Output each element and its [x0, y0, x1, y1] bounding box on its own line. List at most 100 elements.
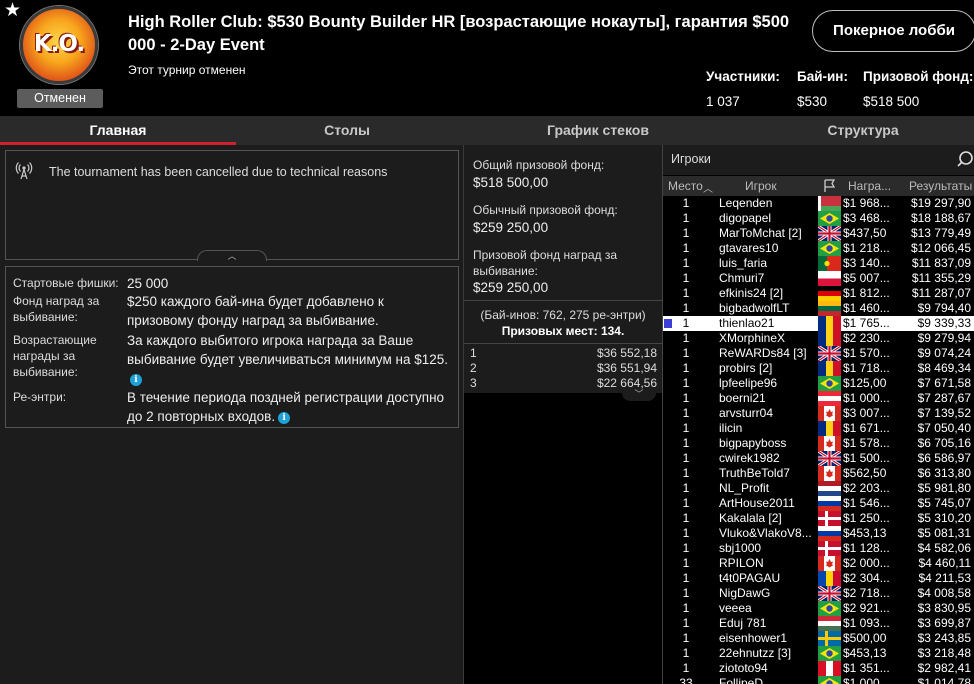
player-row[interactable]: 1 probirs [2] $1 718... $8 469,34	[663, 361, 974, 376]
player-result: $9 794,40	[917, 301, 971, 315]
player-row[interactable]: 1 22ehnutzz [3] $453,13 $3 218,48	[663, 646, 974, 661]
info-label: Возрастающие награды за выбивание:	[13, 333, 97, 379]
player-result: $9 339,33	[917, 316, 971, 330]
player-bounty: $2 718...	[843, 586, 890, 600]
player-row[interactable]: 1 NL_Profit $2 203... $5 981,80	[663, 481, 974, 496]
player-name: thienlao21	[719, 316, 775, 330]
player-row[interactable]: 1 boerni21 $1 000... $7 287,67	[663, 391, 974, 406]
player-row[interactable]: 1 sbj1000 $1 128... $4 582,06	[663, 541, 974, 556]
player-bounty: $2 230...	[843, 331, 890, 345]
player-row[interactable]: 1 Kakalala [2] $1 250... $5 310,20	[663, 511, 974, 526]
player-place: 1	[682, 586, 690, 600]
player-bounty: $3 468...	[843, 211, 890, 225]
player-row[interactable]: 1 bigpapyboss $1 578... $6 705,16	[663, 436, 974, 451]
info-label: Ре-энтри:	[13, 390, 67, 404]
player-place: 1	[682, 301, 690, 315]
player-bounty: $125,00	[843, 376, 887, 390]
info-icon[interactable]: i	[278, 412, 291, 424]
player-result: $6 586,97	[917, 451, 971, 465]
player-row[interactable]: 1 TruthBeTold7 $562,50 $6 313,80	[663, 466, 974, 481]
player-bounty: $562,50	[843, 466, 887, 480]
column-place[interactable]: Место	[668, 179, 703, 193]
tab-stack-chart[interactable]: График стеков	[490, 116, 706, 145]
payout-row: 1 $36 552,18	[464, 346, 662, 361]
player-bounty: $1 812...	[843, 286, 890, 300]
player-row[interactable]: 1 bigbadwolfLT $1 460... $9 794,40	[663, 301, 974, 316]
stat-entrants-label: Участники:	[706, 69, 780, 84]
player-row[interactable]: 1 ilicin $1 671... $7 050,40	[663, 421, 974, 436]
player-place: 33	[679, 676, 693, 684]
column-player[interactable]: Игрок	[745, 179, 777, 193]
player-name: Leqenden	[719, 196, 773, 210]
player-row[interactable]: 1 luis_faria $3 140... $11 837,09	[663, 256, 974, 271]
player-place: 1	[682, 601, 690, 615]
player-result: $5 081,31	[917, 526, 971, 540]
player-name: NigDawG	[719, 586, 771, 600]
player-bounty: $1 570...	[843, 346, 890, 360]
player-row[interactable]: 1 t4t0PAGAU $2 304... $4 211,53	[663, 571, 974, 586]
player-bounty: $2 921...	[843, 601, 890, 615]
search-icon[interactable]	[957, 150, 974, 170]
player-row[interactable]: 1 MarToMchat [2] $437,50 $13 779,49	[663, 224, 974, 243]
player-row-current-user[interactable]: 1 thienlao21 $1 765... $9 339,33	[663, 316, 974, 331]
stat-buyin-label: Бай-ин:	[797, 69, 848, 84]
player-result: $4 211,53	[918, 571, 972, 585]
player-name: probirs [2]	[719, 361, 773, 375]
total-prize-label: Общий призовой фонд:	[473, 158, 605, 172]
column-results[interactable]: Результаты	[909, 179, 972, 193]
info-icon[interactable]: i	[130, 374, 142, 386]
player-name: ilicin	[719, 421, 743, 435]
player-name: digopapel	[719, 211, 772, 225]
player-name: t4t0PAGAU	[719, 571, 781, 585]
player-row[interactable]: 1 veeea $2 921... $3 830,95	[663, 601, 974, 616]
player-row[interactable]: 1 digopapel $3 468... $18 188,67	[663, 211, 974, 226]
expand-payouts-chevron-down-icon[interactable]: ﹀	[622, 389, 656, 401]
country-flag-icon	[818, 481, 841, 496]
poker-lobby-button[interactable]: Покерное лобби	[812, 10, 974, 52]
player-row[interactable]: 1 Chmuri7 $5 007... $11 355,29	[663, 271, 974, 286]
player-result: $11 355,29	[911, 271, 971, 285]
player-row[interactable]: 1 cwirek1982 $1 500... $6 586,97	[663, 449, 974, 468]
favorite-star-icon[interactable]: ★	[4, 1, 21, 20]
player-row[interactable]: 1 Vluko&VlakoV8... $453,13 $5 081,31	[663, 526, 974, 541]
flag-icon[interactable]	[823, 179, 837, 193]
player-row[interactable]: 1 ArtHouse2011 $1 546... $5 745,07	[663, 496, 974, 511]
notice-message: The tournament has been cancelled due to…	[49, 165, 388, 179]
player-place: 1	[682, 616, 690, 630]
player-row[interactable]: 1 Leqenden $1 968... $19 297,90	[663, 196, 974, 211]
player-bounty: $1 546...	[843, 496, 890, 510]
collapse-notice-chevron-up-icon[interactable]: ︿	[197, 250, 267, 261]
player-row[interactable]: 1 Eduj 781 $1 093... $3 699,87	[663, 616, 974, 631]
player-result: $3 243,85	[917, 631, 971, 645]
tab-tables[interactable]: Столы	[236, 116, 458, 145]
player-place: 1	[682, 331, 690, 345]
info-label: Стартовые фишки:	[13, 276, 119, 290]
player-row[interactable]: 1 XMorphineX $2 230... $9 279,94	[663, 331, 974, 346]
player-bounty: $1 093...	[843, 616, 890, 630]
prize-pool-box: Общий призовой фонд: $518 500,00 Обычный…	[464, 145, 662, 300]
player-name: bigbadwolfLT	[719, 301, 790, 315]
player-row[interactable]: 1 ziototo94 $1 351... $2 982,41	[663, 661, 974, 676]
players-title: Игроки	[671, 152, 711, 166]
player-result: $11 287,07	[911, 286, 971, 300]
player-row[interactable]: 1 arvsturr04 $3 007... $7 139,52	[663, 406, 974, 421]
player-row[interactable]: 1 gtavares10 $1 218... $12 066,45	[663, 241, 974, 256]
sort-ascending-icon[interactable]: ︿	[703, 180, 713, 195]
payout-place: 2	[470, 361, 477, 375]
player-row[interactable]: 33 FollipeD $1 000 $1 014,78	[663, 676, 974, 684]
column-bounty[interactable]: Награ...	[848, 179, 891, 193]
payout-row: 2 $36 551,94	[464, 361, 662, 376]
player-row[interactable]: 1 lpfeelipe96 $125,00 $7 671,58	[663, 376, 974, 391]
player-place: 1	[682, 511, 690, 525]
info-value: 25 000	[127, 276, 169, 291]
tab-main[interactable]: Главная	[0, 116, 236, 145]
player-result: $5 981,80	[917, 481, 971, 495]
tournament-title: High Roller Club: $530 Bounty Builder HR…	[128, 13, 790, 54]
player-row[interactable]: 1 eisenhower1 $500,00 $3 243,85	[663, 631, 974, 646]
buyins-info: (Бай-инов: 762, 275 ре-энтри) Призовых м…	[464, 300, 662, 343]
player-row[interactable]: 1 ReWARDs84 [3] $1 570... $9 074,24	[663, 344, 974, 363]
player-row[interactable]: 1 RPILON $2 000... $4 460,11	[663, 556, 974, 571]
player-row[interactable]: 1 NigDawG $2 718... $4 008,58	[663, 584, 974, 603]
player-row[interactable]: 1 efkinis24 [2] $1 812... $11 287,07	[663, 286, 974, 301]
tab-structure[interactable]: Структура	[758, 116, 968, 145]
